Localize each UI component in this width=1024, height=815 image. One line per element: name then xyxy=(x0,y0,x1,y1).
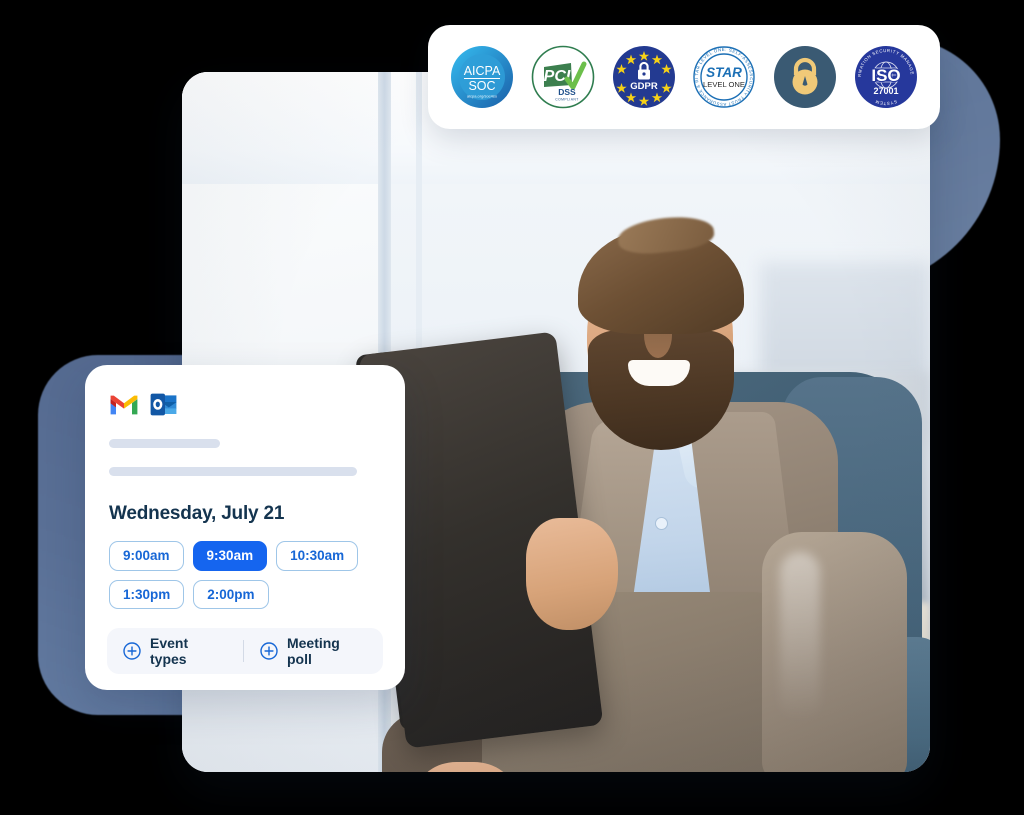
time-slot-9-00am[interactable]: 9:00am xyxy=(109,541,184,571)
pci-dss-badge-icon: PCI DSS COMPLIANT xyxy=(531,45,595,109)
aicpa-soc-badge-icon: AICPA SOC aicpa.org/soc4so xyxy=(450,45,514,109)
time-slot-10-30am[interactable]: 10:30am xyxy=(276,541,359,571)
scheduling-card: Wednesday, July 21 9:00am 9:30am 10:30am… xyxy=(85,365,405,690)
csa-star-level-one-badge-icon: CSA STAR LEVEL ONE: SELF-ASSESSMENT SECU… xyxy=(690,41,756,109)
outlook-icon xyxy=(150,393,177,416)
svg-text:27001: 27001 xyxy=(873,86,898,96)
person-smile xyxy=(628,360,690,386)
person-hand xyxy=(526,518,618,630)
selected-date-label: Wednesday, July 21 xyxy=(109,503,285,524)
plus-circle-icon xyxy=(260,642,278,660)
time-slot-2-00pm[interactable]: 2:00pm xyxy=(193,579,269,609)
gdpr-badge-icon: GDPR xyxy=(612,45,676,109)
time-slot-9-30am[interactable]: 9:30am xyxy=(192,541,268,571)
gmail-icon xyxy=(109,393,139,416)
suit-sleeve-highlight xyxy=(780,552,820,722)
iso-27001-badge-icon: INFORMATION SECURITY MANAGEMENT SYSTEM I… xyxy=(852,41,918,109)
svg-text:AICPA: AICPA xyxy=(464,64,501,78)
padlock-badge-icon xyxy=(773,45,837,109)
placeholder-line xyxy=(109,439,220,448)
svg-text:COMPLIANT: COMPLIANT xyxy=(555,98,578,102)
svg-text:STAR: STAR xyxy=(707,65,743,80)
svg-text:ISO: ISO xyxy=(871,66,900,85)
card-footer-actions: Event types Meeting poll xyxy=(107,628,383,674)
time-slot-1-30pm[interactable]: 1:30pm xyxy=(109,579,185,609)
svg-text:SOC: SOC xyxy=(468,79,495,93)
svg-text:GDPR: GDPR xyxy=(630,81,658,92)
meeting-poll-label: Meeting poll xyxy=(286,635,340,667)
svg-text:DSS: DSS xyxy=(558,87,576,97)
hero-composition: AICPA SOC aicpa.org/soc4so PCI DSS COMPL… xyxy=(0,0,1024,815)
plus-circle-icon xyxy=(123,642,141,660)
placeholder-line xyxy=(109,467,357,476)
svg-text:aicpa.org/soc4so: aicpa.org/soc4so xyxy=(467,94,498,99)
event-types-label: Event types xyxy=(150,635,189,667)
event-types-button[interactable]: Event types xyxy=(107,635,243,667)
svg-text:LEVEL ONE: LEVEL ONE xyxy=(703,80,745,89)
calendar-integrations xyxy=(109,391,381,417)
time-slot-list: 9:00am 9:30am 10:30am 1:30pm 2:00pm xyxy=(109,541,381,609)
shirt-button xyxy=(656,518,667,529)
meeting-poll-button[interactable]: Meeting poll xyxy=(244,635,383,667)
trust-badge-bar: AICPA SOC aicpa.org/soc4so PCI DSS COMPL… xyxy=(428,25,940,129)
